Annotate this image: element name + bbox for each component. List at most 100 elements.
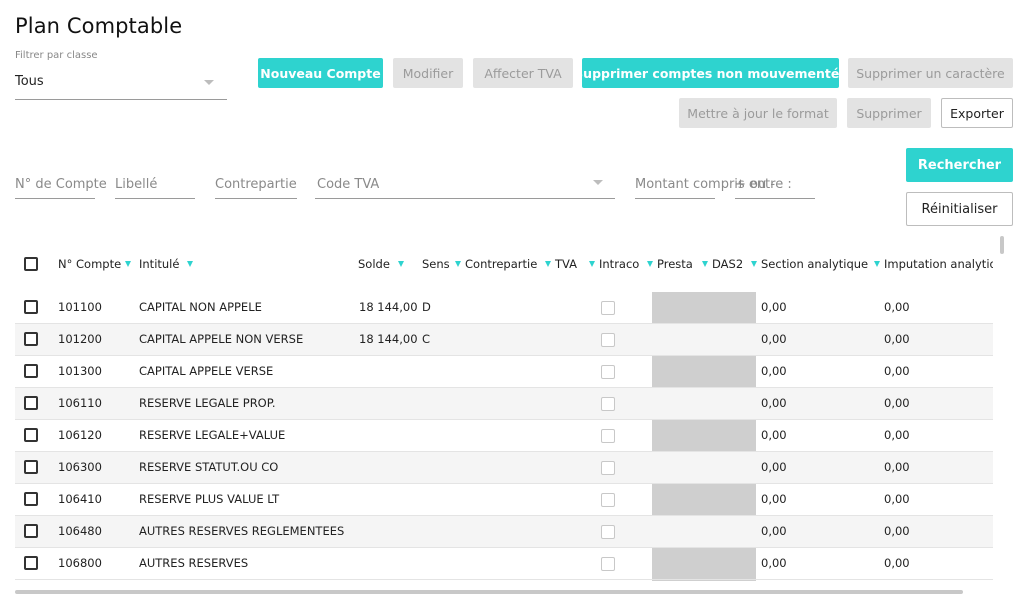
account-title-cell: RESERVE STATUT.OU CO — [139, 460, 279, 474]
header-vat[interactable]: TVA — [545, 257, 577, 271]
account-number-cell: 101200 — [58, 332, 102, 346]
sort-icon — [545, 261, 551, 267]
row-checkbox[interactable] — [24, 364, 38, 378]
row-checkbox[interactable] — [24, 428, 38, 442]
table-header: N° Compte Intitulé Solde Sens Contrepart… — [15, 236, 993, 292]
account-title-cell: CAPITAL NON APPELE — [139, 300, 262, 314]
sort-icon — [187, 261, 194, 267]
row-checkbox[interactable] — [24, 332, 38, 346]
table-row[interactable]: 101100 CAPITAL NON APPELE 18 144,00 D 0,00 0,… — [15, 292, 993, 324]
new-account-button[interactable]: Nouveau Compte — [258, 58, 383, 88]
account-number-cell: 101100 — [58, 300, 102, 314]
table-row[interactable]: 106800 AUTRES RESERVES 0,00 0,00 — [15, 548, 993, 580]
update-format-button[interactable]: Mettre à jour le format — [679, 98, 837, 128]
sort-icon — [751, 261, 757, 267]
counterpart-placeholder: Contrepartie — [215, 177, 297, 192]
vertical-scrollbar[interactable] — [1000, 236, 1004, 254]
label-field[interactable]: Libellé — [115, 175, 195, 199]
analytic-section-cell: 0,00 — [761, 492, 787, 506]
intracom-checkbox[interactable] — [601, 525, 615, 539]
counterpart-field[interactable]: Contrepartie — [215, 175, 297, 199]
analytic-section-cell: 0,00 — [761, 364, 787, 378]
account-title-cell: AUTRES RESERVES REGLEMENTEES — [139, 524, 345, 538]
account-number-cell: 106300 — [58, 460, 102, 474]
class-filter-select[interactable]: Tous — [15, 68, 227, 100]
table-row[interactable]: 106480 AUTRES RESERVES REGLEMENTEES 0,00 0,… — [15, 516, 993, 548]
table-row[interactable]: 101200 CAPITAL APPELE NON VERSE 18 144,00 C… — [15, 324, 993, 356]
analytic-imputation-cell: 0,00 — [884, 364, 910, 378]
intracom-checkbox[interactable] — [601, 557, 615, 571]
label-placeholder: Libellé — [115, 177, 158, 192]
analytic-imputation-cell: 0,00 — [884, 556, 910, 570]
account-number-cell: 106410 — [58, 492, 102, 506]
intracom-checkbox[interactable] — [601, 365, 615, 379]
account-number-placeholder: N° de Compte — [15, 177, 107, 192]
header-das2[interactable]: DAS2 — [702, 257, 743, 271]
plus-minus-placeholder: + ou - — [735, 177, 776, 192]
account-number-cell: 106480 — [58, 524, 102, 538]
row-checkbox[interactable] — [24, 556, 38, 570]
table-row[interactable]: 106410 RESERVE PLUS VALUE LT 0,00 0,00 — [15, 484, 993, 516]
table-row[interactable]: 106110 RESERVE LEGALE PROP. 0,00 0,00 — [15, 388, 993, 420]
search-button[interactable]: Rechercher — [906, 148, 1013, 182]
table-row[interactable]: 106120 RESERVE LEGALE+VALUE 0,00 0,00 — [15, 420, 993, 452]
intracom-checkbox[interactable] — [601, 301, 615, 315]
intracom-checkbox[interactable] — [601, 493, 615, 507]
table-row[interactable]: 106300 RESERVE STATUT.OU CO 0,00 0,00 — [15, 452, 993, 484]
assign-vat-button[interactable]: Affecter TVA — [473, 58, 573, 88]
row-checkbox[interactable] — [24, 396, 38, 410]
balance-cell: 18 144,00 — [359, 300, 418, 314]
analytic-section-cell: 0,00 — [761, 332, 787, 346]
chevron-down-icon — [593, 180, 603, 185]
vat-code-select[interactable]: Code TVA — [315, 175, 615, 199]
horizontal-scrollbar[interactable] — [15, 590, 963, 594]
delete-button[interactable]: Supprimer — [847, 98, 931, 128]
sort-icon — [702, 261, 708, 267]
row-checkbox[interactable] — [24, 300, 38, 314]
delete-unused-accounts-button[interactable]: Supprimer comptes non mouvementés — [574, 58, 847, 88]
sort-icon — [397, 261, 404, 267]
header-direction[interactable]: Sens — [422, 257, 450, 271]
header-counterpart[interactable]: Contrepartie — [455, 257, 537, 271]
row-checkbox[interactable] — [24, 524, 38, 538]
export-button[interactable]: Exporter — [941, 98, 1013, 128]
select-all-checkbox[interactable] — [24, 257, 38, 271]
modify-button[interactable]: Modifier — [393, 58, 463, 88]
chevron-down-icon — [204, 80, 214, 85]
analytic-section-cell: 0,00 — [761, 460, 787, 474]
header-intracom[interactable]: Intraco — [589, 257, 639, 271]
reset-button[interactable]: Réinitialiser — [906, 192, 1013, 226]
analytic-section-cell: 0,00 — [761, 524, 787, 538]
analytic-section-cell: 0,00 — [761, 300, 787, 314]
header-presta[interactable]: Presta — [647, 257, 693, 271]
account-number-field[interactable]: N° de Compte — [15, 175, 107, 199]
delete-character-button[interactable]: Supprimer un caractère — [848, 58, 1013, 88]
account-number-cell: 106110 — [58, 396, 102, 410]
header-title[interactable]: Intitulé — [139, 257, 194, 271]
analytic-imputation-cell: 0,00 — [884, 396, 910, 410]
intracom-checkbox[interactable] — [601, 429, 615, 443]
intracom-checkbox[interactable] — [601, 461, 615, 475]
header-balance[interactable]: Solde — [358, 257, 404, 271]
class-filter-value: Tous — [15, 74, 44, 89]
analytic-imputation-cell: 0,00 — [884, 460, 910, 474]
account-number-cell: 101300 — [58, 364, 102, 378]
intracom-checkbox[interactable] — [601, 333, 615, 347]
table-row[interactable]: 101300 CAPITAL APPELE VERSE 0,00 0,00 — [15, 356, 993, 388]
plus-minus-field[interactable]: + ou - — [735, 175, 815, 199]
header-analytic-imputation[interactable]: Imputation analytiq — [874, 257, 993, 271]
analytic-imputation-cell: 0,00 — [884, 524, 910, 538]
direction-cell: D — [422, 300, 431, 314]
account-number-cell: 106800 — [58, 556, 102, 570]
header-analytic-section[interactable]: Section analytique — [751, 257, 868, 271]
amount-field[interactable]: Montant compris entre : — [635, 175, 792, 199]
row-checkbox[interactable] — [24, 492, 38, 506]
header-account-number[interactable]: N° Compte — [58, 257, 132, 271]
page-title: Plan Comptable — [15, 14, 183, 38]
analytic-section-cell: 0,00 — [761, 556, 787, 570]
account-title-cell: RESERVE LEGALE PROP. — [139, 396, 276, 410]
intracom-checkbox[interactable] — [601, 397, 615, 411]
analytic-section-cell: 0,00 — [761, 396, 787, 410]
row-checkbox[interactable] — [24, 460, 38, 474]
analytic-section-cell: 0,00 — [761, 428, 787, 442]
